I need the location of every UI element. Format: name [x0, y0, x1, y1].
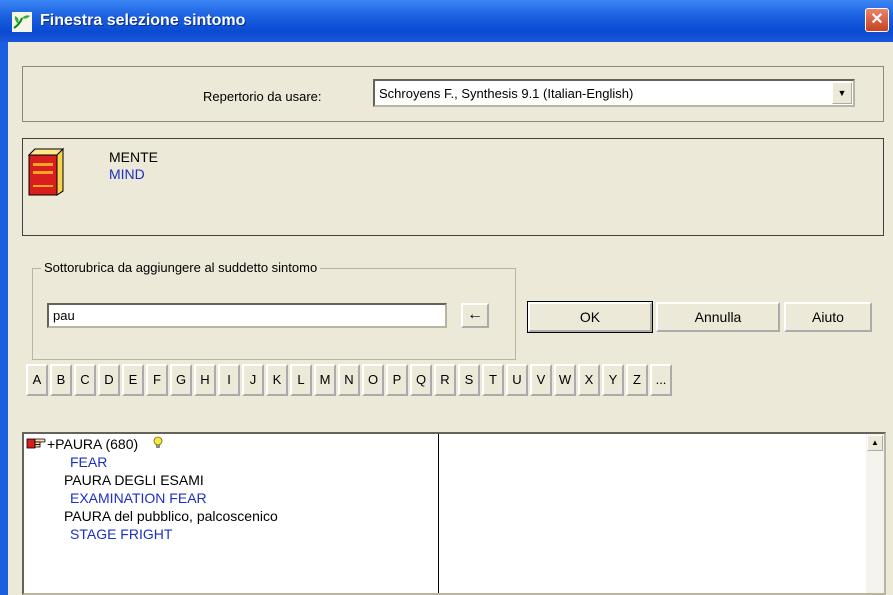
help-button[interactable]: Aiuto [784, 302, 872, 332]
ok-button[interactable]: OK [527, 301, 653, 333]
symptom-panel: MENTE MIND [22, 138, 884, 236]
repertory-selected-value: Schroyens F., Synthesis 9.1 (Italian-Eng… [379, 86, 634, 101]
letter-button[interactable]: Y [602, 364, 624, 396]
letter-button[interactable]: W [554, 364, 576, 396]
letter-button[interactable]: K [266, 364, 288, 396]
add-subrubric-button[interactable]: ← [461, 303, 489, 328]
letter-button[interactable]: P [386, 364, 408, 396]
result-item[interactable]: FEAR [70, 454, 107, 470]
letter-button[interactable]: R [434, 364, 456, 396]
scroll-up-button[interactable]: ▲ [867, 435, 883, 451]
app-leaf-icon [12, 12, 32, 32]
letter-button[interactable]: H [194, 364, 216, 396]
result-item[interactable]: STAGE FRIGHT [70, 526, 172, 542]
window-title: Finestra selezione sintomo [40, 12, 246, 29]
lightbulb-icon [153, 436, 163, 448]
letter-button[interactable]: B [50, 364, 72, 396]
letter-button[interactable]: S [458, 364, 480, 396]
close-icon: ✕ [870, 11, 884, 28]
subrubric-input[interactable]: pau [47, 303, 447, 328]
dropdown-button[interactable]: ▼ [832, 82, 852, 104]
letter-button[interactable]: X [578, 364, 600, 396]
symptom-english: MIND [109, 166, 145, 182]
repertory-select[interactable]: Schroyens F., Synthesis 9.1 (Italian-Eng… [373, 79, 855, 107]
letter-button[interactable]: G [170, 364, 192, 396]
book-icon [27, 147, 65, 196]
letter-button[interactable]: I [218, 364, 240, 396]
letter-button[interactable]: V [530, 364, 552, 396]
chevron-down-icon: ▼ [837, 88, 847, 98]
letter-button[interactable]: Z [626, 364, 648, 396]
letter-button[interactable]: T [482, 364, 504, 396]
result-item[interactable]: PAURA DEGLI ESAMI [64, 472, 204, 488]
letter-button[interactable]: O [362, 364, 384, 396]
letter-button[interactable]: E [122, 364, 144, 396]
repertory-label: Repertorio da usare: [203, 89, 322, 104]
symptom-selection-window: Finestra selezione sintomo ✕ Repertorio … [0, 0, 893, 595]
chevron-up-icon: ▲ [871, 438, 879, 447]
repertory-panel: Repertorio da usare: Schroyens F., Synth… [22, 66, 884, 122]
symptom-italian: MENTE [109, 149, 158, 165]
subrubric-group-label: Sottorubrica da aggiungere al suddetto s… [41, 260, 321, 275]
close-button[interactable]: ✕ [865, 8, 889, 32]
letter-button[interactable]: U [506, 364, 528, 396]
vertical-scrollbar[interactable]: ▲ [866, 434, 884, 593]
letter-button-more[interactable]: ... [650, 364, 672, 396]
pointing-hand-icon [26, 438, 46, 449]
letter-button[interactable]: D [98, 364, 120, 396]
result-item[interactable]: PAURA del pubblico, palcoscenico [64, 508, 278, 524]
arrow-left-icon: ← [467, 306, 483, 323]
letter-button[interactable]: Q [410, 364, 432, 396]
window-border [0, 42, 8, 595]
dialog-content: Repertorio da usare: Schroyens F., Synth… [8, 42, 893, 595]
result-item-selected[interactable]: +PAURA (680) [47, 436, 138, 452]
letter-button[interactable]: A [26, 364, 48, 396]
letter-button[interactable]: F [146, 364, 168, 396]
list-divider [438, 434, 439, 593]
letter-button[interactable]: J [242, 364, 264, 396]
results-list[interactable]: +PAURA (680) FEAR PAURA DEGLI ESAMI EXAM… [22, 432, 886, 595]
letter-button[interactable]: C [74, 364, 96, 396]
title-bar[interactable]: Finestra selezione sintomo ✕ [0, 0, 893, 42]
result-item[interactable]: EXAMINATION FEAR [70, 490, 207, 506]
letter-button[interactable]: L [290, 364, 312, 396]
letter-button[interactable]: N [338, 364, 360, 396]
cancel-button[interactable]: Annulla [656, 302, 780, 332]
subrubric-group: Sottorubrica da aggiungere al suddetto s… [32, 260, 516, 360]
letter-button[interactable]: M [314, 364, 336, 396]
